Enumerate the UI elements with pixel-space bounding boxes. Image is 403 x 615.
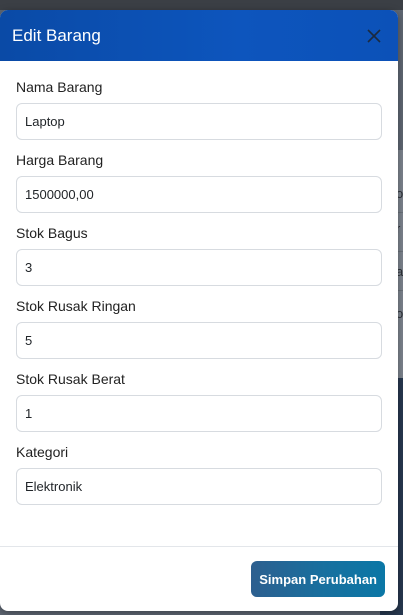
stock-heavy-damage-label: Stok Rusak Berat [16, 371, 125, 387]
modal-title: Edit Barang [12, 25, 101, 45]
close-button[interactable] [362, 24, 386, 48]
category-input[interactable] [16, 468, 382, 505]
item-price-label: Harga Barang [16, 152, 104, 168]
stock-heavy-damage-input[interactable] [16, 395, 382, 432]
field-stock-heavy-damage: Stok Rusak Berat [16, 371, 382, 432]
modal-footer: Simpan Perubahan [0, 546, 398, 611]
modal-body: Nama Barang Harga Barang Stok Bagus Stok… [0, 61, 398, 505]
item-name-input[interactable] [16, 103, 382, 140]
field-stock-light-damage: Stok Rusak Ringan [16, 298, 382, 359]
field-item-name: Nama Barang [16, 79, 382, 140]
stock-good-input[interactable] [16, 249, 382, 286]
stock-good-label: Stok Bagus [16, 225, 88, 241]
background-topbar [0, 0, 403, 10]
stock-light-damage-label: Stok Rusak Ringan [16, 298, 136, 314]
edit-item-modal: Edit Barang Nama Barang Harga Barang Sto… [0, 10, 398, 611]
field-item-price: Harga Barang [16, 152, 382, 213]
field-category: Kategori [16, 444, 382, 505]
field-stock-good: Stok Bagus [16, 225, 382, 286]
modal-header: Edit Barang [0, 10, 398, 61]
item-price-input[interactable] [16, 176, 382, 213]
close-icon [367, 28, 381, 43]
item-name-label: Nama Barang [16, 79, 103, 95]
category-label: Kategori [16, 444, 69, 460]
save-changes-button[interactable]: Simpan Perubahan [251, 561, 385, 597]
stock-light-damage-input[interactable] [16, 322, 382, 359]
